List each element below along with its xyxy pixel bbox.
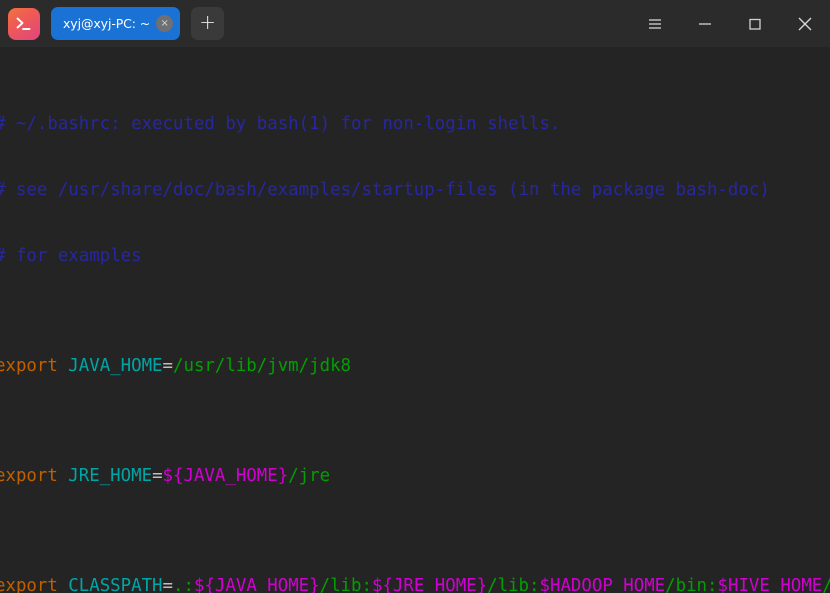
terminal-prompt-icon bbox=[8, 7, 40, 40]
editor-line: # see /usr/share/doc/bash/examples/start… bbox=[0, 179, 830, 201]
title-bar: xyj@xyj-PC: ~ × + bbox=[0, 0, 830, 47]
tab-title: xyj@xyj-PC: ~ bbox=[63, 16, 151, 31]
maximize-icon[interactable] bbox=[730, 0, 780, 47]
terminal-tab[interactable]: xyj@xyj-PC: ~ × bbox=[51, 7, 181, 40]
line-text: # see /usr/share/doc/bash/examples/start… bbox=[0, 180, 770, 200]
new-tab-button[interactable]: + bbox=[191, 7, 225, 40]
vim-status-line: "~/.bashrc" 128L, 4273C 12,160 顶端 bbox=[0, 569, 830, 593]
hamburger-menu-icon[interactable] bbox=[630, 0, 680, 47]
editor-buffer[interactable]: # ~/.bashrc: executed by bash(1) for non… bbox=[0, 47, 830, 593]
line-text: # for examples bbox=[0, 246, 142, 266]
editor-line: export JAVA_HOME=/usr/lib/jvm/jdk8 bbox=[0, 356, 352, 376]
line-text: # ~/.bashrc: executed by bash(1) for non… bbox=[0, 114, 561, 134]
editor-line: # ~/.bashrc: executed by bash(1) for non… bbox=[0, 113, 830, 135]
close-icon[interactable] bbox=[780, 0, 830, 47]
editor-line: # for examples bbox=[0, 245, 830, 267]
terminal-surface[interactable]: # ~/.bashrc: executed by bash(1) for non… bbox=[0, 47, 830, 593]
minimize-icon[interactable] bbox=[680, 0, 730, 47]
window-controls bbox=[630, 0, 830, 47]
tab-close-icon[interactable]: × bbox=[156, 15, 174, 32]
editor-line: export JRE_HOME=${JAVA_HOME}/jre bbox=[0, 466, 331, 486]
